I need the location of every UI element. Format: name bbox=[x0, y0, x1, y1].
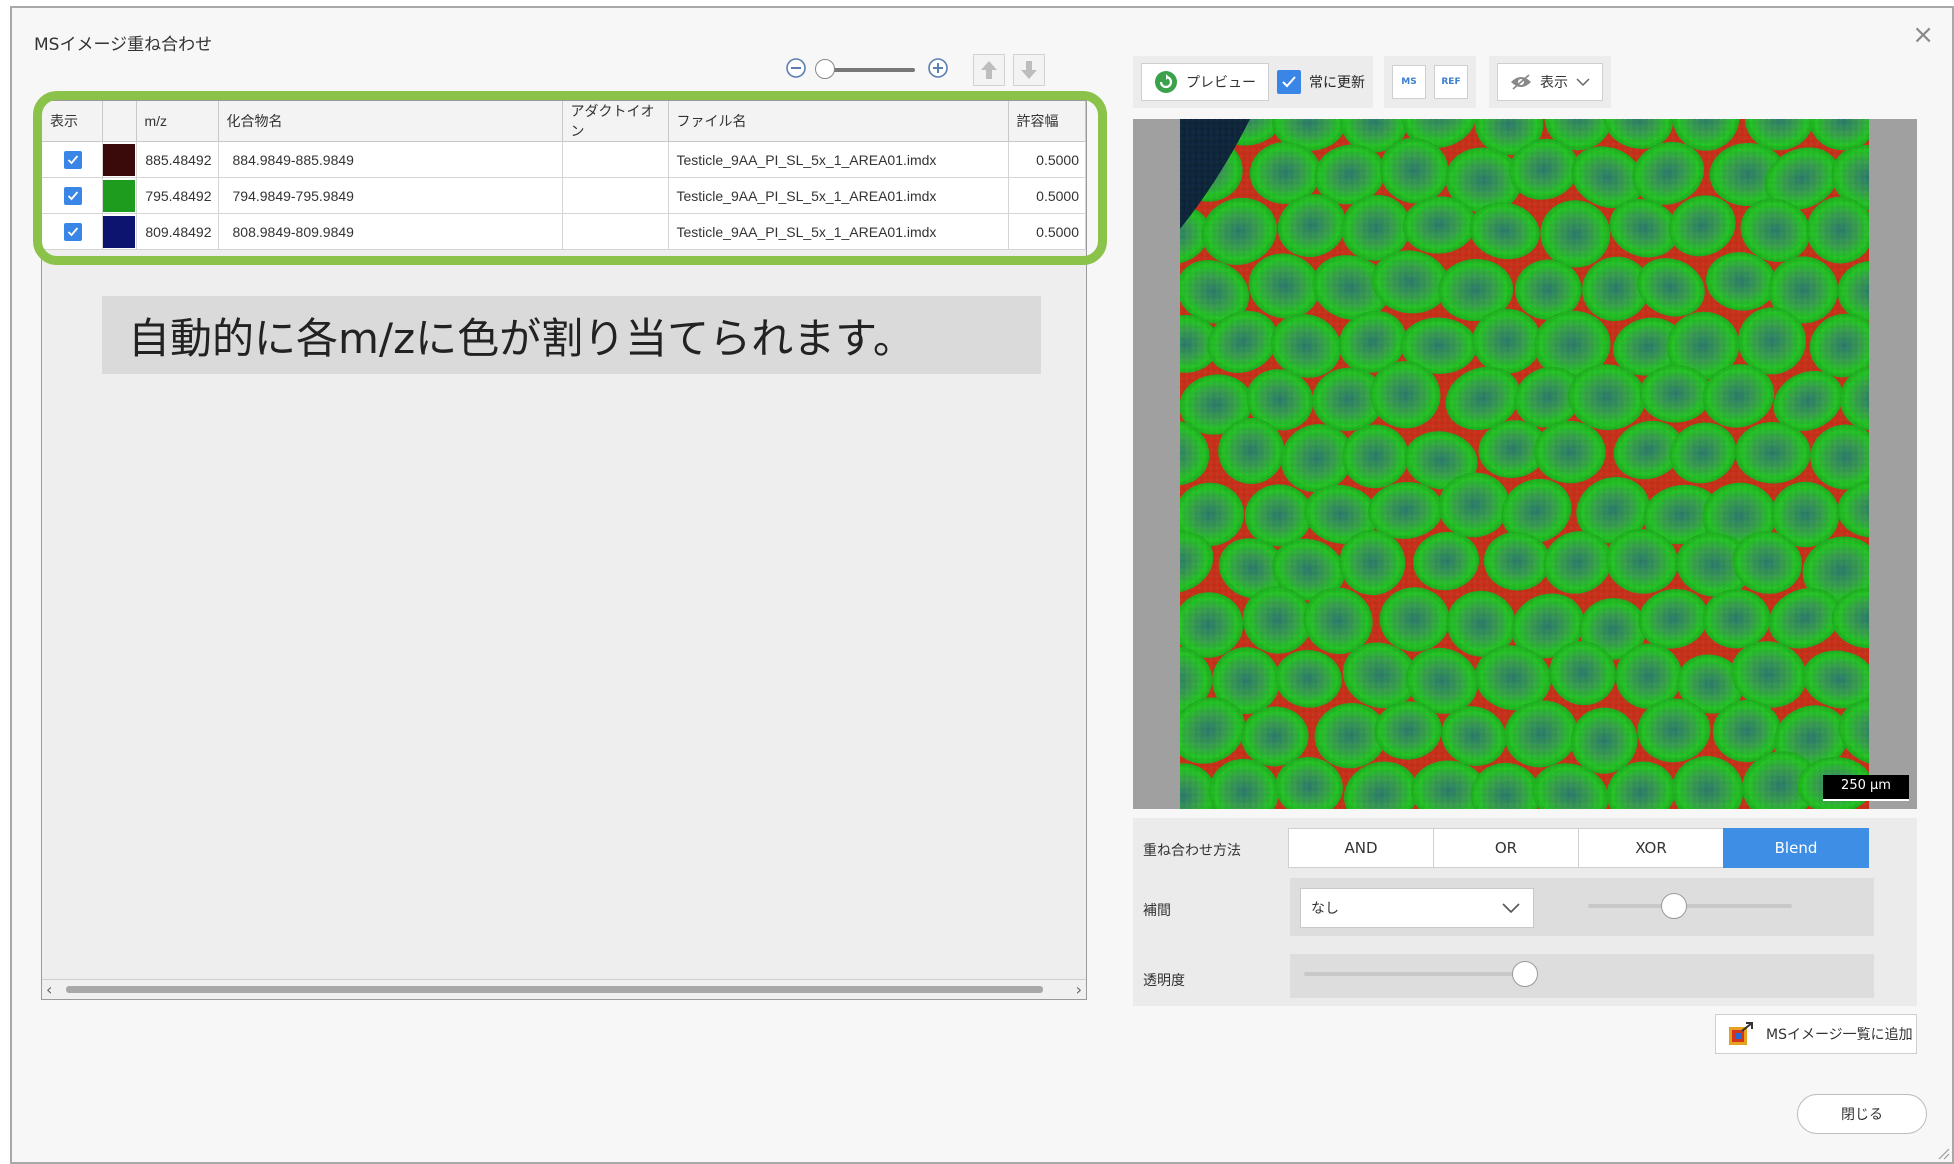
list-toolbar bbox=[785, 52, 1045, 88]
mz-cell: 795.48492 bbox=[136, 177, 219, 214]
dialog-title: MSイメージ重ね合わせ bbox=[34, 35, 213, 55]
interpolation-slider[interactable] bbox=[1588, 893, 1792, 919]
ref-button[interactable]: REF bbox=[1434, 65, 1468, 99]
col-show[interactable]: 表示 bbox=[42, 101, 103, 142]
scrollbar-thumb[interactable] bbox=[66, 986, 1043, 993]
col-color[interactable] bbox=[102, 101, 137, 142]
zoom-slider-knob[interactable] bbox=[815, 59, 835, 79]
compound-cell: 884.9849-885.9849 bbox=[218, 141, 563, 178]
show-cell[interactable] bbox=[42, 141, 103, 178]
method-xor-button[interactable]: XOR bbox=[1578, 828, 1724, 868]
row-checkbox[interactable] bbox=[64, 150, 82, 169]
row-checkbox[interactable] bbox=[64, 186, 82, 205]
color-cell[interactable] bbox=[102, 213, 137, 250]
show-cell[interactable] bbox=[42, 213, 103, 250]
interpolation-panel: なし bbox=[1290, 878, 1874, 936]
table-row[interactable]: 795.48492 794.9849-795.9849 Testicle_9AA_P… bbox=[42, 177, 1086, 214]
filename-cell: Testicle_9AA_PI_SL_5x_1_AREA01.imdx bbox=[668, 177, 1009, 214]
col-tolerance[interactable]: 許容幅 bbox=[1008, 101, 1086, 142]
arrow-down-icon bbox=[1021, 61, 1037, 79]
overlay-image bbox=[1180, 119, 1869, 809]
col-compound[interactable]: 化合物名 bbox=[218, 101, 563, 142]
compound-cell: 794.9849-795.9849 bbox=[218, 177, 563, 214]
add-to-list-label: MSイメージ一覧に追加 bbox=[1766, 1027, 1913, 1043]
always-update-checkbox[interactable] bbox=[1277, 70, 1301, 94]
adduct-cell bbox=[562, 213, 669, 250]
eye-icon bbox=[1511, 74, 1531, 90]
scale-bar: 250 μm bbox=[1823, 775, 1909, 801]
transparency-slider[interactable] bbox=[1304, 961, 1538, 987]
tolerance-cell: 0.5000 bbox=[1008, 177, 1086, 214]
overlay-settings: 重ね合わせ方法 AND OR XOR Blend 補間 なし 透明度 bbox=[1133, 818, 1917, 1006]
zoom-slider[interactable] bbox=[815, 59, 915, 79]
ms-button[interactable]: MS bbox=[1392, 65, 1426, 99]
filename-cell: Testicle_9AA_PI_SL_5x_1_AREA01.imdx bbox=[668, 213, 1009, 250]
annotation-banner: 自動的に各m/zに色が割り当てられます。 bbox=[102, 296, 1041, 374]
method-or-button[interactable]: OR bbox=[1433, 828, 1579, 868]
filename-cell: Testicle_9AA_PI_SL_5x_1_AREA01.imdx bbox=[668, 141, 1009, 178]
preview-label: プレビュー bbox=[1186, 75, 1256, 91]
view-dropdown[interactable]: 表示 bbox=[1497, 63, 1603, 101]
move-up-button[interactable] bbox=[973, 54, 1005, 86]
always-update-label: 常に更新 bbox=[1309, 75, 1365, 91]
preview-toolbar: プレビュー 常に更新 bbox=[1133, 56, 1373, 108]
col-mz[interactable]: m/z bbox=[136, 101, 219, 142]
row-checkbox[interactable] bbox=[64, 222, 82, 241]
ms-icon: MS bbox=[1401, 77, 1417, 87]
method-blend-button[interactable]: Blend bbox=[1723, 828, 1869, 868]
col-filename[interactable]: ファイル名 bbox=[668, 101, 1009, 142]
view-menu-group: 表示 bbox=[1489, 56, 1611, 108]
zoom-in-icon[interactable] bbox=[927, 57, 949, 83]
color-swatch[interactable] bbox=[103, 143, 135, 176]
interpolation-value: なし bbox=[1311, 901, 1339, 917]
ms-image-preview[interactable]: 250 μm bbox=[1133, 119, 1917, 809]
color-cell[interactable] bbox=[102, 177, 137, 214]
interpolation-label: 補間 bbox=[1143, 903, 1171, 919]
scroll-right-icon[interactable]: › bbox=[1076, 980, 1082, 1000]
arrow-up-icon bbox=[981, 61, 997, 79]
resize-grip-icon[interactable] bbox=[1934, 1144, 1950, 1160]
mz-table: 表示 m/z 化合物名 アダクトイオン ファイル名 許容幅 885.48492 8… bbox=[42, 101, 1086, 250]
transparency-slider-knob[interactable] bbox=[1511, 961, 1538, 987]
adduct-cell bbox=[562, 177, 669, 214]
view-label: 表示 bbox=[1540, 75, 1568, 91]
chevron-down-icon bbox=[1576, 78, 1590, 87]
tolerance-cell: 0.5000 bbox=[1008, 213, 1086, 250]
interpolation-slider-knob[interactable] bbox=[1660, 893, 1687, 919]
zoom-out-icon[interactable] bbox=[785, 57, 807, 83]
table-row[interactable]: 885.48492 884.9849-885.9849 Testicle_9AA_P… bbox=[42, 141, 1086, 178]
adduct-cell bbox=[562, 141, 669, 178]
transparency-label: 透明度 bbox=[1143, 973, 1185, 989]
always-update-toggle[interactable]: 常に更新 bbox=[1277, 70, 1365, 94]
horizontal-scrollbar[interactable]: ‹ › bbox=[42, 979, 1086, 999]
color-cell[interactable] bbox=[102, 141, 137, 178]
move-down-button[interactable] bbox=[1013, 54, 1045, 86]
table-row[interactable]: 809.48492 808.9849-809.9849 Testicle_9AA_P… bbox=[42, 213, 1086, 250]
color-swatch[interactable] bbox=[103, 215, 135, 248]
chevron-down-icon bbox=[1502, 903, 1520, 914]
method-and-button[interactable]: AND bbox=[1288, 828, 1434, 868]
ref-icon: REF bbox=[1441, 77, 1461, 87]
close-icon[interactable]: × bbox=[1912, 22, 1934, 48]
add-image-icon bbox=[1729, 1022, 1753, 1045]
interpolation-select[interactable]: なし bbox=[1300, 888, 1534, 928]
overlay-method-label: 重ね合わせ方法 bbox=[1143, 843, 1241, 859]
col-adduct[interactable]: アダクトイオン bbox=[562, 101, 669, 142]
add-to-ms-image-list-button[interactable]: MSイメージ一覧に追加 bbox=[1715, 1014, 1917, 1054]
compound-cell: 808.9849-809.9849 bbox=[218, 213, 563, 250]
transparency-panel bbox=[1290, 954, 1874, 998]
refresh-icon bbox=[1155, 71, 1177, 93]
mz-cell: 809.48492 bbox=[136, 213, 219, 250]
image-tools: MS REF bbox=[1384, 56, 1476, 108]
mz-cell: 885.48492 bbox=[136, 141, 219, 178]
scroll-left-icon[interactable]: ‹ bbox=[46, 980, 52, 1000]
overlay-method-segmented: AND OR XOR Blend bbox=[1288, 828, 1869, 868]
show-cell[interactable] bbox=[42, 177, 103, 214]
close-button[interactable]: 閉じる bbox=[1797, 1094, 1927, 1134]
color-swatch[interactable] bbox=[103, 179, 135, 212]
tolerance-cell: 0.5000 bbox=[1008, 141, 1086, 178]
preview-button[interactable]: プレビュー bbox=[1141, 63, 1269, 101]
mz-list-panel: 表示 m/z 化合物名 アダクトイオン ファイル名 許容幅 885.48492 8… bbox=[41, 100, 1087, 1000]
